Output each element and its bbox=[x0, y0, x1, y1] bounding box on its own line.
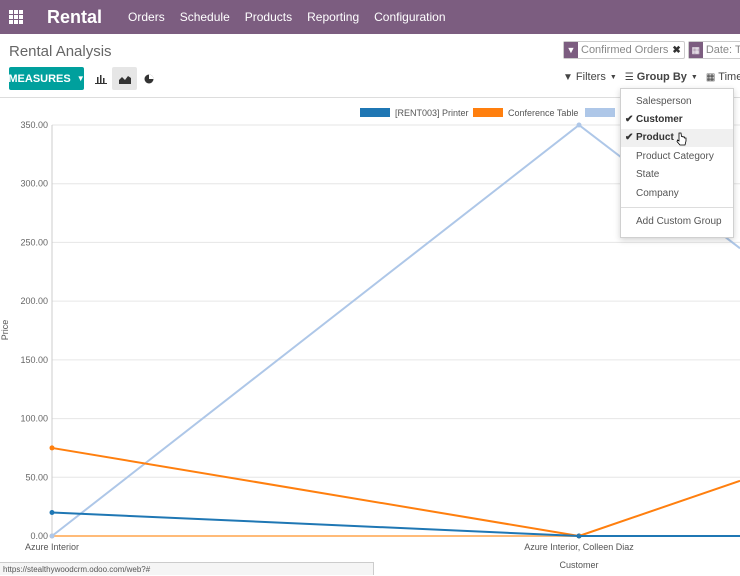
filter-icon: ▼ bbox=[563, 71, 573, 83]
legend-swatch bbox=[585, 108, 615, 117]
y-tick-label: 250.00 bbox=[20, 237, 48, 247]
option-label: State bbox=[636, 169, 660, 180]
calendar-icon: ▦ bbox=[705, 71, 716, 83]
legend-label: Conference Table bbox=[508, 108, 578, 118]
option-label: Product Category bbox=[636, 151, 714, 162]
y-tick-label: 350.00 bbox=[20, 120, 48, 130]
y-tick-label: 150.00 bbox=[20, 355, 48, 365]
search-facets: ▼ Confirmed Orders ✖ ▦ Date: This Y bbox=[563, 41, 740, 59]
facet-date: ▦ Date: This Y bbox=[687, 41, 740, 59]
bar-chart-icon bbox=[94, 74, 107, 84]
groupby-option-product-category[interactable]: Product Category bbox=[621, 148, 733, 166]
pie-chart-button[interactable] bbox=[136, 67, 161, 90]
top-navbar: Rental Orders Schedule Products Reportin… bbox=[0, 0, 740, 34]
caret-down-icon: ▼ bbox=[76, 74, 85, 83]
groupby-label: Group By bbox=[636, 71, 687, 83]
series-line bbox=[51, 446, 580, 537]
data-point bbox=[49, 510, 55, 516]
menu-products[interactable]: Products bbox=[245, 10, 292, 24]
remove-facet-icon[interactable]: ✖ bbox=[672, 45, 680, 56]
groupby-option-customer[interactable]: ✔ Customer bbox=[621, 111, 733, 129]
legend-swatch bbox=[473, 108, 503, 117]
legend-label: [RENT003] Printer bbox=[395, 108, 469, 118]
line-chart-icon bbox=[118, 75, 131, 84]
legend-swatch bbox=[360, 108, 390, 117]
list-icon: ☰ bbox=[624, 71, 634, 83]
x-tick-label: Azure Interior, Colleen Diaz bbox=[524, 542, 634, 552]
hand-cursor-icon bbox=[676, 132, 687, 146]
y-tick-label: 50.00 bbox=[25, 472, 48, 482]
series-line-continuation bbox=[578, 479, 740, 537]
page-title: Rental Analysis bbox=[9, 43, 112, 60]
search-options: ▼ Filters ▼ ☰ Group By ▼ ▦ Time Ran bbox=[563, 71, 740, 83]
facet-confirmed-orders: ▼ Confirmed Orders ✖ bbox=[563, 41, 685, 59]
y-tick-label: 200.00 bbox=[20, 296, 48, 306]
status-bar-url: https://stealthywoodcrm.odoo.com/web?# bbox=[0, 562, 374, 575]
filter-icon: ▼ bbox=[564, 42, 578, 58]
series-line bbox=[51, 124, 580, 537]
y-tick-label: 100.00 bbox=[20, 414, 48, 424]
data-point bbox=[49, 445, 55, 451]
groupby-toggle[interactable]: ☰ Group By ▼ bbox=[625, 71, 698, 83]
add-custom-group-button[interactable]: Add Custom Group bbox=[621, 213, 733, 231]
menu-orders[interactable]: Orders bbox=[128, 10, 165, 24]
option-label: Customer bbox=[636, 114, 683, 125]
series-line bbox=[51, 511, 580, 537]
app-menu-icon[interactable] bbox=[9, 10, 23, 24]
divider bbox=[621, 207, 733, 208]
groupby-option-company[interactable]: Company bbox=[621, 185, 733, 203]
check-icon: ✔ bbox=[625, 132, 634, 143]
facet-label: Confirmed Orders bbox=[581, 44, 669, 56]
option-label: Company bbox=[636, 188, 679, 199]
groupby-dropdown: Salesperson ✔ Customer ✔ Product Product… bbox=[620, 88, 734, 238]
y-tick-label: 0.00 bbox=[30, 531, 48, 541]
check-icon: ✔ bbox=[625, 114, 634, 125]
filters-label: Filters bbox=[575, 71, 606, 83]
measures-label: MEASURES bbox=[8, 72, 71, 85]
option-label: Add Custom Group bbox=[636, 216, 722, 227]
y-axis-label: Price bbox=[0, 320, 10, 341]
option-label: Product bbox=[636, 132, 674, 143]
filters-toggle[interactable]: ▼ Filters ▼ bbox=[563, 71, 617, 83]
x-tick-label: Azure Interior bbox=[25, 542, 79, 552]
option-label: Salesperson bbox=[636, 96, 692, 107]
timerange-label: Time Ran bbox=[718, 71, 740, 83]
y-tick-label: 300.00 bbox=[20, 179, 48, 189]
menu-reporting[interactable]: Reporting bbox=[307, 10, 359, 24]
bar-chart-button[interactable] bbox=[88, 67, 113, 90]
x-axis-label: Customer bbox=[559, 560, 598, 570]
menu-schedule[interactable]: Schedule bbox=[180, 10, 230, 24]
data-point bbox=[49, 533, 55, 539]
groupby-option-state[interactable]: State bbox=[621, 166, 733, 184]
caret-down-icon: ▼ bbox=[690, 73, 698, 81]
calendar-icon: ▦ bbox=[688, 42, 703, 58]
caret-down-icon: ▼ bbox=[609, 73, 617, 81]
app-brand[interactable]: Rental bbox=[47, 7, 102, 28]
facet-label: Date: This Y bbox=[705, 44, 740, 56]
groupby-option-salesperson[interactable]: Salesperson bbox=[621, 93, 733, 111]
measures-button[interactable]: MEASURES ▼ bbox=[8, 67, 85, 90]
pie-chart-icon bbox=[144, 74, 153, 83]
line-chart-button[interactable] bbox=[112, 67, 137, 90]
menu-configuration[interactable]: Configuration bbox=[374, 10, 445, 24]
timerange-toggle[interactable]: ▦ Time Ran bbox=[706, 71, 740, 83]
